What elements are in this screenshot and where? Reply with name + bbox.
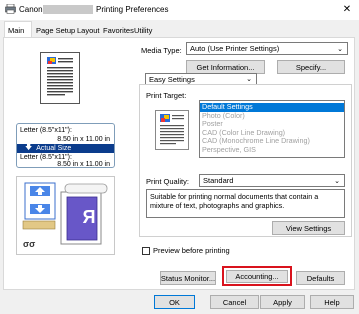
- settings-mode-value: Easy Settings: [149, 74, 195, 84]
- chevron-down-icon: ⌄: [334, 177, 340, 185]
- defaults-button[interactable]: Defaults: [296, 271, 345, 285]
- print-target-item-gis[interactable]: Perspective, GIS: [200, 145, 344, 155]
- actual-size-bar: 🡇 Actual Size: [17, 144, 114, 153]
- print-quality-value: Standard: [203, 176, 234, 185]
- preview-before-printing-label: Preview before printing: [153, 246, 230, 255]
- close-icon[interactable]: ✕: [340, 3, 354, 16]
- paper-size-info: Letter (8.5"x11"): 8.50 in x 11.00 in 🡇 …: [16, 123, 115, 168]
- paper-size-1: 8.50 in x 11.00 in: [57, 136, 110, 143]
- description-text: Suitable for printing normal documents t…: [150, 192, 319, 210]
- print-quality-select[interactable]: Standard ⌄: [199, 174, 345, 187]
- tab-layout[interactable]: Layout: [74, 23, 103, 37]
- print-target-list[interactable]: Default Settings Photo (Color) Poster CA…: [199, 100, 345, 158]
- preview-checkbox[interactable]: [142, 246, 150, 255]
- printer-icon: [5, 3, 16, 14]
- redacted-printer-name: [43, 5, 93, 14]
- printer-preview: σσ R: [16, 176, 115, 255]
- media-type-label: Media Type:: [141, 46, 182, 55]
- get-information-button[interactable]: Get Information...: [186, 60, 265, 74]
- help-button[interactable]: Help: [310, 295, 354, 309]
- tab-main[interactable]: Main: [4, 21, 32, 38]
- window-title-left: Canon: [19, 5, 43, 14]
- description-box: Suitable for printing normal documents t…: [146, 189, 345, 218]
- print-quality-label: Print Quality:: [146, 177, 189, 186]
- tab-strip: Main Page Setup Layout Favorites Utility: [0, 20, 359, 38]
- paper-label-1: Letter (8.5"x11"):: [20, 127, 72, 134]
- cancel-button[interactable]: Cancel: [210, 295, 259, 309]
- preview-before-printing[interactable]: Preview before printing: [142, 246, 230, 255]
- chevron-down-icon: ⌄: [246, 76, 252, 83]
- chevron-down-icon: ⌄: [337, 45, 343, 53]
- specify-button[interactable]: Specify...: [277, 60, 345, 74]
- media-type-select[interactable]: Auto (Use Printer Settings) ⌄: [186, 42, 348, 55]
- print-target-thumbnail: [155, 110, 189, 150]
- apply-button[interactable]: Apply: [260, 295, 305, 309]
- tab-utility[interactable]: Utility: [131, 23, 155, 37]
- page-preview: [40, 52, 80, 104]
- tab-page-setup[interactable]: Page Setup: [33, 23, 78, 37]
- paper-size-2: 8.50 in x 11.00 in: [57, 161, 110, 168]
- arrow-down-icon: 🡇: [25, 144, 33, 151]
- window-title-right: Printing Preferences: [96, 5, 169, 14]
- ok-button[interactable]: OK: [154, 295, 195, 309]
- actual-size-label: Actual Size: [36, 145, 72, 152]
- accounting-button[interactable]: Accounting...: [226, 270, 288, 283]
- title-bar: Canon Printing Preferences ✕: [0, 0, 359, 20]
- media-type-value: Auto (Use Printer Settings): [190, 44, 280, 53]
- paper-label-2: Letter (8.5"x11"):: [20, 154, 72, 161]
- status-monitor-button[interactable]: Status Monitor...: [160, 271, 216, 285]
- print-target-label: Print Target:: [146, 91, 187, 100]
- svg-text:σσ: σσ: [23, 239, 35, 249]
- output-letter: R: [82, 207, 96, 227]
- view-settings-button[interactable]: View Settings: [272, 221, 345, 235]
